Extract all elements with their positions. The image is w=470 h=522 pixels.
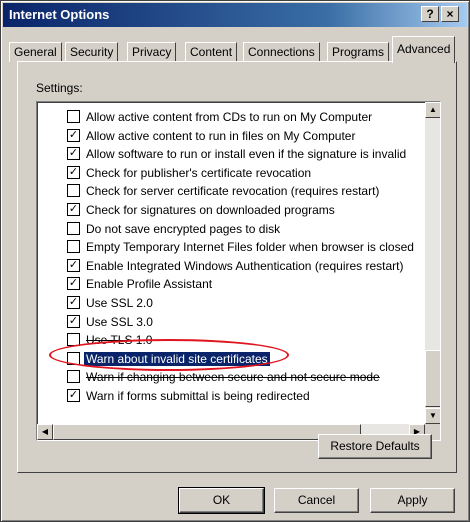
apply-button[interactable]: Apply: [370, 488, 455, 513]
cancel-button[interactable]: Cancel: [274, 488, 359, 513]
checkbox-unchecked[interactable]: [67, 240, 80, 254]
setting-label: Enable Integrated Windows Authentication…: [86, 258, 404, 273]
horizontal-scroll-thumb[interactable]: [53, 424, 361, 440]
vertical-scroll-thumb[interactable]: [425, 350, 440, 407]
scroll-up-icon[interactable]: ▲: [425, 102, 440, 118]
setting-label: Use TLS 1.0: [86, 333, 153, 348]
setting-label: Use SSL 2.0: [86, 296, 153, 310]
checkbox-unchecked[interactable]: [67, 370, 80, 384]
internet-options-dialog: Internet Options ? × General Security Pr…: [0, 0, 470, 522]
tab-connections[interactable]: Connections: [243, 42, 320, 62]
tab-programs[interactable]: Programs: [327, 42, 390, 62]
help-button[interactable]: ?: [421, 6, 439, 22]
checkbox-unchecked[interactable]: [67, 110, 80, 123]
setting-label: Check for publisher's certificate revoca…: [86, 165, 312, 180]
setting-label: Enable Profile Assistant: [86, 277, 213, 292]
checkbox-checked[interactable]: ✓: [67, 314, 80, 328]
checkbox-unchecked[interactable]: [67, 351, 80, 365]
setting-label: Warn about invalid site certificates: [84, 351, 270, 366]
setting-label: Warn if changing between secure and not …: [86, 370, 380, 385]
scroll-down-icon[interactable]: ▼: [425, 408, 440, 424]
checkbox-checked[interactable]: ✓: [67, 203, 80, 216]
settings-list-viewport: Allow active content from CDs to run on …: [37, 102, 425, 424]
checkbox-checked[interactable]: ✓: [67, 277, 80, 291]
setting-label: Use SSL 3.0: [86, 314, 153, 329]
window-title: Internet Options: [9, 7, 110, 22]
settings-list[interactable]: Allow active content from CDs to run on …: [36, 101, 441, 441]
vertical-scrollbar[interactable]: ▲ ▼: [425, 102, 440, 424]
setting-label: Allow active content to run in files on …: [86, 128, 356, 143]
tab-advanced[interactable]: Advanced: [392, 36, 456, 63]
tab-general[interactable]: General: [9, 42, 62, 62]
checkbox-unchecked[interactable]: [67, 333, 80, 347]
checkbox-checked[interactable]: ✓: [67, 147, 80, 161]
tab-security[interactable]: Security: [65, 42, 119, 62]
tab-privacy[interactable]: Privacy: [127, 42, 177, 62]
checkbox-checked[interactable]: ✓: [67, 258, 80, 272]
restore-defaults-button[interactable]: Restore Defaults: [318, 434, 432, 459]
setting-label: Empty Temporary Internet Files folder wh…: [86, 240, 414, 255]
setting-label: Allow active content from CDs to run on …: [86, 110, 373, 124]
tab-content[interactable]: Content: [185, 42, 238, 62]
setting-label: Do not save encrypted pages to disk: [86, 221, 281, 236]
settings-label: Settings:: [36, 81, 83, 95]
scroll-left-icon[interactable]: ◀: [37, 424, 53, 440]
setting-label: Allow software to run or install even if…: [86, 147, 407, 162]
ok-button[interactable]: OK: [178, 487, 265, 514]
advanced-tab-panel: Settings: Allow active content from CDs …: [17, 61, 457, 473]
setting-label: Check for signatures on downloaded progr…: [86, 203, 335, 217]
checkbox-checked[interactable]: ✓: [67, 165, 80, 179]
close-button[interactable]: ×: [441, 6, 459, 22]
setting-label: Check for server certificate revocation …: [86, 184, 380, 199]
setting-label: Warn if forms submittal is being redirec…: [86, 389, 310, 403]
checkbox-unchecked[interactable]: [67, 221, 80, 235]
checkbox-checked[interactable]: ✓: [67, 389, 80, 402]
checkbox-checked[interactable]: ✓: [67, 128, 80, 142]
checkbox-checked[interactable]: ✓: [67, 296, 80, 309]
checkbox-unchecked[interactable]: [67, 184, 80, 198]
title-bar[interactable]: Internet Options ? ×: [3, 3, 467, 27]
